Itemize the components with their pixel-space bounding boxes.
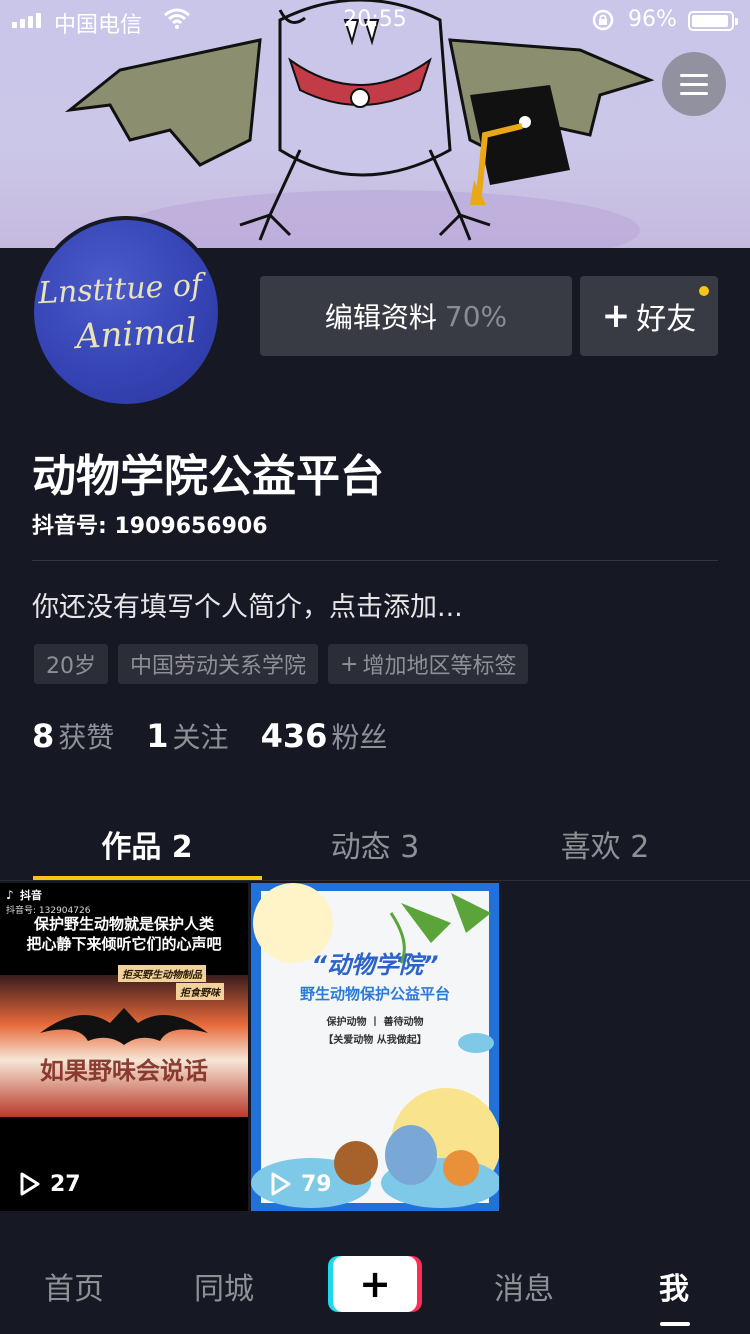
video-banner-1: 拒买野生动物制品 <box>118 965 206 982</box>
content-tabs: 作品 2 动态 3 喜欢 2 <box>0 808 750 882</box>
edit-profile-label: 编辑资料 <box>324 301 437 334</box>
tag-label: 增加地区等标签 <box>362 654 517 679</box>
tab-moments[interactable]: 动态 3 <box>260 822 490 866</box>
stat-label: 粉丝 <box>331 721 388 754</box>
stat-likes[interactable]: 8 获赞 <box>32 716 114 756</box>
stat-value: 1 <box>146 717 169 755</box>
tag-school[interactable]: 中国劳动关系学院 <box>118 644 319 684</box>
profile-page: 中国电信 20:55 96% Lnstitue of Animal 编辑资料 7… <box>0 0 750 1334</box>
video-banner-2: 拒食野味 <box>176 983 224 1000</box>
nav-nearby[interactable]: 同城 <box>164 1264 284 1308</box>
profile-completion-percent: 70% <box>444 299 508 333</box>
tag-label: 中国劳动关系学院 <box>130 654 307 679</box>
play-count: 27 <box>18 1171 81 1197</box>
video-headline-1: 保护野生动物就是保护人类 <box>33 915 214 933</box>
status-bar: 中国电信 20:55 96% <box>0 0 750 40</box>
nav-home[interactable]: 首页 <box>14 1264 134 1308</box>
douyin-logo-icon: ♪ <box>6 888 14 902</box>
plus-icon: + <box>601 296 631 336</box>
douyin-logo-text: 抖音 <box>20 889 42 902</box>
battery-icon <box>688 11 738 31</box>
tab-works[interactable]: 作品 2 <box>32 822 262 866</box>
stat-label: 关注 <box>172 721 229 754</box>
video-caption: 如果野味会说话 <box>40 1057 208 1085</box>
douyin-id: 抖音号: 1909656906 <box>32 514 268 539</box>
menu-button[interactable] <box>662 52 726 116</box>
play-count: 79 <box>269 1171 332 1197</box>
tab-likes[interactable]: 喜欢 2 <box>490 822 720 866</box>
avatar-image: Lnstitue of Animal <box>34 220 218 404</box>
plus-icon: + <box>359 1262 391 1306</box>
profile-nickname: 动物学院公益平台 <box>32 451 384 502</box>
nav-me[interactable]: 我 <box>614 1264 734 1308</box>
profile-stats: 8 获赞 1 关注 436 粉丝 <box>32 716 387 756</box>
video-thumbnail[interactable]: 抖音 ♪ 抖音号: 132904726 保护野生动物就是保护人类 把心静下来倾听… <box>0 883 248 1211</box>
avatar[interactable]: Lnstitue of Animal <box>30 216 222 408</box>
play-icon <box>271 1172 291 1196</box>
hamburger-icon <box>680 73 708 77</box>
bottom-navigation: 首页 同城 + 消息 我 <box>0 1238 750 1334</box>
video-cover <box>251 883 499 1211</box>
video-headline-2: 把心静下来倾听它们的心声吧 <box>26 935 222 953</box>
tag-age[interactable]: 20岁 <box>34 644 108 684</box>
video-thumbnail[interactable]: “动物学院” 野生动物保护公益平台 保护动物 丨 善待动物 【关爱动物 从我做起… <box>251 883 499 1211</box>
play-count-value: 27 <box>50 1171 81 1197</box>
video-tagline: 【关爱动物 从我做起】 <box>323 1035 427 1046</box>
play-icon <box>20 1172 40 1196</box>
hamburger-line <box>680 91 708 95</box>
video-subtitle: 野生动物保护公益平台 <box>299 985 450 1003</box>
battery-percent: 96% <box>628 7 677 32</box>
video-slogan: 保护动物 丨 善待动物 <box>326 1017 424 1028</box>
profile-tags: 20岁 中国劳动关系学院 + 增加地区等标签 <box>34 644 529 684</box>
plus-icon: + <box>340 651 359 677</box>
stat-value: 436 <box>260 717 328 755</box>
divider <box>32 560 718 561</box>
notification-dot <box>699 286 709 296</box>
play-count-value: 79 <box>301 1171 332 1197</box>
avatar-text-line1: Lnstitue of <box>37 267 203 312</box>
bio-placeholder[interactable]: 你还没有填写个人简介，点击添加... <box>32 585 463 624</box>
create-video-button[interactable]: + <box>333 1256 417 1312</box>
stat-label: 获赞 <box>58 721 115 754</box>
divider <box>0 880 750 881</box>
rotation-lock-icon <box>592 9 614 37</box>
stat-value: 8 <box>32 717 55 755</box>
add-tag-button[interactable]: + 增加地区等标签 <box>328 644 529 684</box>
add-friend-button[interactable]: + 好友 <box>580 276 718 356</box>
stat-followers[interactable]: 436 粉丝 <box>261 716 388 756</box>
hamburger-line <box>680 82 708 86</box>
tag-label: 20岁 <box>46 654 96 679</box>
nav-active-indicator <box>660 1322 690 1326</box>
add-friend-label: 好友 <box>636 302 697 337</box>
edit-profile-button[interactable]: 编辑资料 70% <box>260 276 572 356</box>
stat-following[interactable]: 1 关注 <box>146 716 228 756</box>
avatar-text-line2: Animal <box>75 310 198 358</box>
video-title: “动物学院” <box>311 951 439 979</box>
nav-messages[interactable]: 消息 <box>464 1264 584 1308</box>
